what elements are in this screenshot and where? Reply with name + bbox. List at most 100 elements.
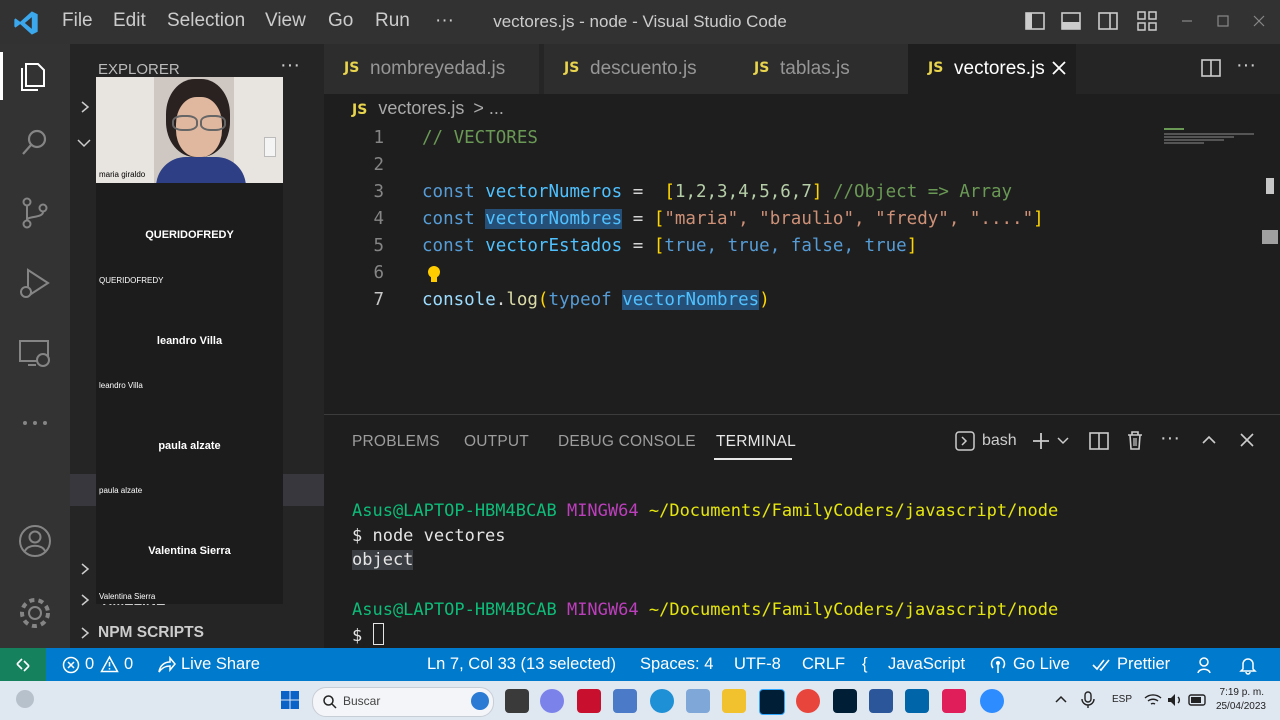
code-editor[interactable]: 1 // VECTORES 2 3 const vectorNumeros = … xyxy=(324,126,1280,411)
task-view-icon[interactable] xyxy=(505,689,529,713)
photoshop-icon[interactable] xyxy=(759,689,785,715)
adobe-illustrator-icon[interactable] xyxy=(577,689,601,713)
chevron-down-icon[interactable] xyxy=(1056,435,1070,447)
clock-time[interactable]: 7:19 p. m. xyxy=(1214,687,1264,698)
lightroom-icon[interactable] xyxy=(833,689,857,713)
broadcast-icon[interactable] xyxy=(988,655,1008,675)
minimap[interactable] xyxy=(1164,128,1259,144)
tab-terminal[interactable]: TERMINAL xyxy=(716,433,796,451)
tab-nombreyedad[interactable]: JS nombreyedad.js xyxy=(324,44,540,94)
prettier-button[interactable]: Prettier xyxy=(1117,655,1170,674)
accounts-icon[interactable] xyxy=(16,522,54,560)
tab-descuento[interactable]: JS descuento.js xyxy=(544,44,735,94)
split-terminal-icon[interactable] xyxy=(1088,430,1110,452)
warning-count[interactable]: 0 xyxy=(124,655,133,674)
chevron-right-icon[interactable] xyxy=(78,593,92,607)
chrome-icon[interactable] xyxy=(796,689,820,713)
breadcrumb-file[interactable]: vectores.js xyxy=(378,98,464,118)
toggle-secondary-sidebar-icon[interactable] xyxy=(1097,10,1119,32)
chevron-down-icon[interactable] xyxy=(76,136,92,150)
remote-indicator[interactable] xyxy=(0,648,46,681)
vscode-logo-icon[interactable] xyxy=(12,9,40,37)
trash-icon[interactable] xyxy=(1124,429,1146,451)
volume-icon[interactable] xyxy=(1166,692,1184,708)
file-explorer-icon[interactable] xyxy=(722,689,746,713)
encoding[interactable]: UTF-8 xyxy=(734,655,781,674)
widgets-icon[interactable] xyxy=(16,690,34,708)
clock-date[interactable]: 25/04/2023 xyxy=(1212,701,1266,712)
close-panel-icon[interactable] xyxy=(1238,431,1256,449)
error-icon[interactable] xyxy=(62,656,80,674)
double-check-icon[interactable] xyxy=(1092,656,1112,674)
braces-icon[interactable]: { xyxy=(862,655,868,674)
menu-file[interactable]: File xyxy=(62,10,93,32)
chevron-right-icon[interactable] xyxy=(78,562,92,576)
editor-more-button[interactable]: ··· xyxy=(1236,54,1256,77)
word-icon[interactable] xyxy=(869,689,893,713)
participant-label: QUERIDOFREDY xyxy=(99,276,164,285)
menu-edit[interactable]: Edit xyxy=(113,10,146,32)
close-window-icon[interactable] xyxy=(1248,10,1270,32)
maximize-icon[interactable] xyxy=(1212,10,1234,32)
breadcrumb-rest[interactable]: ... xyxy=(489,98,504,118)
taskbar-search-box[interactable]: Buscar xyxy=(312,687,494,717)
split-editor-icon[interactable] xyxy=(1200,57,1222,79)
chevron-up-icon[interactable] xyxy=(1054,693,1068,705)
zoom-icon[interactable] xyxy=(980,689,1004,713)
search-icon[interactable] xyxy=(16,124,54,162)
feedback-icon[interactable] xyxy=(1196,655,1216,675)
live-share-button[interactable]: Live Share xyxy=(181,655,260,674)
toggle-panel-icon[interactable] xyxy=(1060,10,1082,32)
toggle-sidebar-icon[interactable] xyxy=(1024,10,1046,32)
edge-icon[interactable] xyxy=(650,689,674,713)
menu-selection[interactable]: Selection xyxy=(167,10,245,32)
warning-icon[interactable] xyxy=(100,655,119,674)
npm-scripts-section[interactable]: NPM SCRIPTS xyxy=(98,624,204,642)
explorer-more-button[interactable]: ··· xyxy=(280,54,300,77)
vscode-taskbar-icon[interactable] xyxy=(905,689,929,713)
tab-tablas[interactable]: JS tablas.js xyxy=(734,44,909,94)
new-terminal-icon[interactable] xyxy=(1030,430,1052,452)
store-icon[interactable] xyxy=(613,689,637,713)
tab-problems[interactable]: PROBLEMS xyxy=(352,433,440,451)
bell-icon[interactable] xyxy=(1238,655,1258,675)
wifi-icon[interactable] xyxy=(1144,692,1162,708)
indentation[interactable]: Spaces: 4 xyxy=(640,655,713,674)
terminal-output[interactable]: Asus@LAPTOP-HBM4BCAB MINGW64 ~/Documents… xyxy=(352,499,1058,648)
live-share-icon[interactable] xyxy=(156,655,176,675)
menu-view[interactable]: View xyxy=(265,10,306,32)
shell-name[interactable]: bash xyxy=(982,432,1017,450)
line-ending[interactable]: CRLF xyxy=(802,655,845,674)
windows-start-icon[interactable] xyxy=(280,690,300,710)
go-live-button[interactable]: Go Live xyxy=(1013,655,1070,674)
slack-icon[interactable] xyxy=(942,689,966,713)
manage-gear-icon[interactable] xyxy=(16,594,54,632)
source-control-icon[interactable] xyxy=(16,194,54,232)
close-tab-icon[interactable] xyxy=(1050,59,1068,77)
panel-more-button[interactable]: ··· xyxy=(1160,427,1180,450)
photos-icon[interactable] xyxy=(686,689,710,713)
language-indicator[interactable]: ESP xyxy=(1112,694,1132,705)
explorer-icon[interactable] xyxy=(16,56,54,94)
chevron-right-icon[interactable] xyxy=(78,100,92,114)
cursor-position[interactable]: Ln 7, Col 33 (13 selected) xyxy=(427,655,616,674)
chevron-right-icon[interactable] xyxy=(78,626,92,640)
microphone-icon[interactable] xyxy=(1080,690,1096,710)
menu-run[interactable]: Run xyxy=(375,10,410,32)
lightbulb-icon[interactable] xyxy=(426,265,442,285)
maximize-panel-icon[interactable] xyxy=(1200,431,1218,449)
tab-debug-console[interactable]: DEBUG CONSOLE xyxy=(558,433,696,451)
more-views-icon[interactable] xyxy=(16,404,54,442)
battery-icon[interactable] xyxy=(1188,693,1208,707)
chat-icon[interactable] xyxy=(540,689,564,713)
language-mode[interactable]: JavaScript xyxy=(888,655,965,674)
remote-explorer-icon[interactable] xyxy=(16,334,54,372)
customize-layout-icon[interactable] xyxy=(1136,10,1158,32)
menu-go[interactable]: Go xyxy=(328,10,353,32)
menu-more[interactable]: ··· xyxy=(435,10,454,32)
run-debug-icon[interactable] xyxy=(16,264,54,302)
tab-output[interactable]: OUTPUT xyxy=(464,433,529,451)
error-count[interactable]: 0 xyxy=(85,655,94,674)
minimize-icon[interactable] xyxy=(1176,10,1198,32)
tab-vectores[interactable]: JS vectores.js xyxy=(908,44,1077,94)
